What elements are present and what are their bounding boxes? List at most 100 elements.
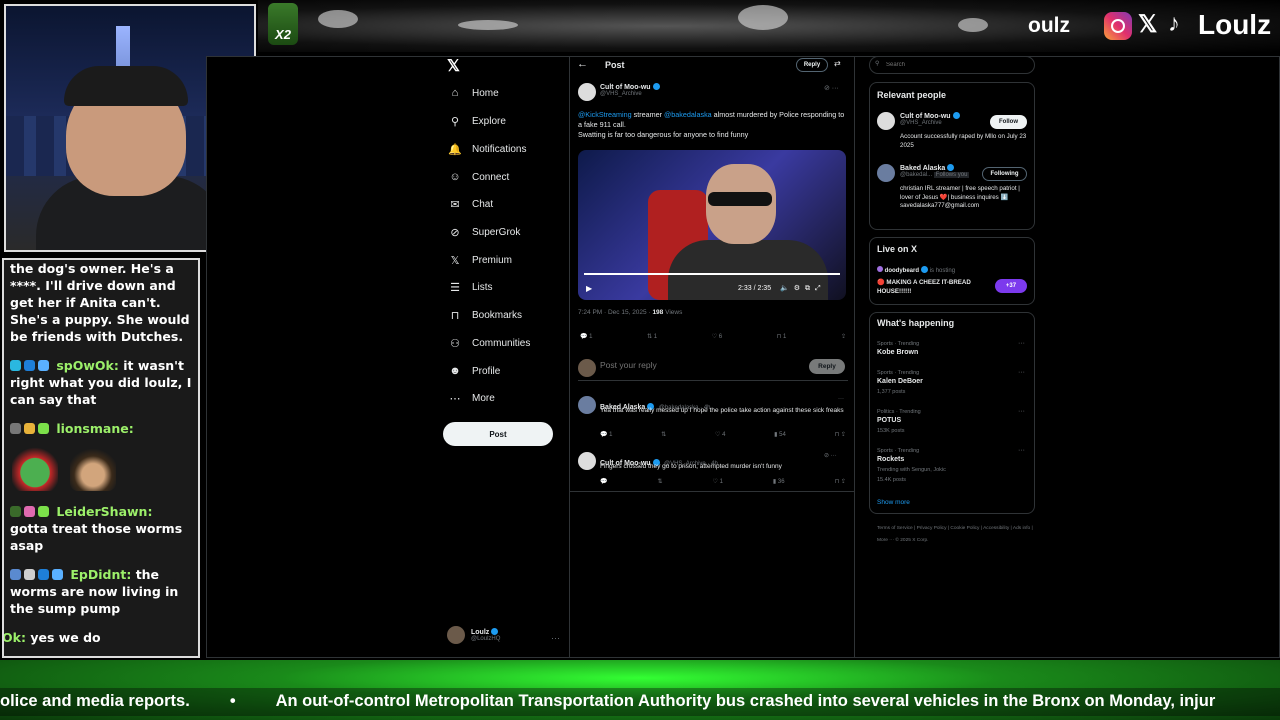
trend-category: Sports · Trending [877,370,920,376]
more-circle-icon: ⋯ [449,393,461,405]
nav-premium[interactable]: 𝕏 Premium [448,254,512,267]
video-progress-bar[interactable] [584,273,840,275]
cowboy-emote [70,445,116,491]
more-icon[interactable]: ··· [1018,447,1025,454]
chat-badge-icon [10,360,21,371]
following-button[interactable]: Following [982,167,1027,181]
avatar[interactable] [578,396,596,414]
nav-notifications[interactable]: 🔔 Notifications [448,143,526,156]
trend-item[interactable]: Kalen DeBoer [877,378,923,385]
avatar[interactable] [578,83,596,101]
options-icon[interactable]: ⇄ [834,59,841,68]
search-input[interactable] [869,56,1035,74]
avatar[interactable] [578,452,596,470]
post-button[interactable]: Post [443,422,553,446]
trend-item[interactable]: Rockets [877,456,904,463]
repost-icon[interactable]: ⇅ [661,431,666,438]
chat-badge-icon [10,569,21,580]
trend-category: Sports · Trending [877,341,920,347]
brand-name-partial: oulz [1028,14,1070,37]
bookmark-icon[interactable]: ⊓ ⇪ [835,431,846,438]
envelope-icon: ✉ [450,199,460,211]
post-meta: 7:24 PM · Dec 15, 2025 · 198 Views [578,309,683,316]
sword-icon [52,569,63,580]
reply-icon[interactable]: 💬 1 [580,333,592,340]
bell-icon: 🔔 [448,144,462,156]
verified-icon [491,628,499,635]
bookmark-icon[interactable]: ⊓ 1 [777,333,787,340]
show-more-link[interactable]: Show more [877,499,910,506]
play-icon[interactable]: ▶ [586,284,592,293]
nav-communities[interactable]: ⚇ Communities [448,337,530,350]
nav-lists[interactable]: ☰ Lists [448,281,493,294]
list-icon: ☰ [450,282,460,294]
x-logo-icon[interactable]: 𝕏 [447,56,460,76]
nav-bookmarks[interactable]: ⊓ Bookmarks [448,309,522,322]
trend-count: 153K posts [877,428,905,434]
share-icon[interactable]: ⇪ [841,333,846,340]
back-arrow-icon[interactable]: ← [577,58,588,70]
live-listeners-badge[interactable]: +37 [995,279,1027,293]
chat-message: LeiderShawn: gotta treat those worms asa… [10,504,183,553]
nav-more[interactable]: ⋯ More [448,392,495,405]
live-title-text[interactable]: 🔴 MAKING A CHEEZ IT-BREAD HOUSE!!!!!! [877,279,987,296]
more-icon[interactable]: ··· [1018,369,1025,376]
search-icon: ⚲ [875,61,880,67]
nav-explore[interactable]: ⚲ Explore [448,115,506,128]
chat-message: spOwOk: it wasn't right what you did lou… [10,358,192,407]
reply-button[interactable]: Reply [809,359,845,374]
mention-link[interactable]: @KickStreaming [578,110,632,119]
like-icon[interactable]: ♡ 6 [712,333,722,340]
reply-text: Yea that was really messed up I hope the… [600,407,844,414]
page-title: Post [605,60,625,70]
more-icon[interactable]: ··· [551,633,560,643]
post-author[interactable]: Cult of Moo-wu @VHS_Archive [600,83,660,97]
chat-message: the dog's owner. He's a ****. I'll drive… [10,261,190,344]
footer-links[interactable]: Terms of Service | Privacy Policy | Cook… [877,523,1037,547]
views-icon[interactable]: ▮ 54 [774,431,786,438]
reply-icon[interactable]: 💬 1 [600,431,612,438]
repost-icon[interactable]: ⇅ [657,478,662,485]
more-icon[interactable]: ··· [1018,340,1025,347]
sparkle-icon [38,423,49,434]
grok-icon[interactable]: ⊘ ··· [824,452,837,459]
mention-link[interactable]: @bakedalaska [664,110,712,119]
profile-icon: ☻ [449,365,461,377]
reply-input[interactable] [600,360,800,370]
reply-header-button[interactable]: Reply [796,58,828,72]
tiktok-icon: ♪ [1168,10,1180,37]
account-switcher[interactable]: Loulz @LoulzHQ [447,626,500,644]
grok-icon[interactable]: ⊘ ··· [824,84,839,92]
trend-related: Trending with Sengun, Jokic [877,467,946,473]
video-player[interactable]: ▶ 2:33 / 2:35 🔈⚙⧉⤢ [578,150,846,300]
more-icon[interactable]: ··· [1018,408,1025,415]
like-icon[interactable]: ♡ 1 [713,478,723,485]
avatar[interactable] [877,164,895,182]
follow-button[interactable]: Follow [990,115,1027,129]
trend-category: Politics · Trending [877,409,921,415]
repost-icon[interactable]: ⇅ 1 [647,333,657,340]
pepe-santa-emote [12,445,58,491]
nav-chat[interactable]: ✉ Chat [448,198,493,211]
nav-supergrok[interactable]: ⊘ SuperGrok [448,226,520,239]
trend-item[interactable]: POTUS [877,417,901,424]
views-icon[interactable]: ▮ 36 [773,478,785,485]
nav-home[interactable]: ⌂ Home [448,87,499,99]
nav-profile[interactable]: ☻ Profile [448,365,500,377]
verified-icon [921,266,929,273]
sparkle-icon [38,506,49,517]
video-time: 2:33 / 2:35 [738,285,772,292]
person-name[interactable]: Cult of Moo-wu @VHS_Archive [900,112,960,126]
gift-icon [24,506,35,517]
trend-item[interactable]: Kobe Brown [877,349,918,356]
avatar[interactable] [877,112,895,130]
more-icon[interactable]: ··· [838,396,844,402]
like-icon[interactable]: ♡ 4 [715,431,725,438]
bookmark-icon[interactable]: ⊓ ⇪ [835,478,846,485]
live-host[interactable]: doodybeard is hosting [877,266,955,274]
reply-icon[interactable]: 💬 [600,478,607,485]
nav-connect[interactable]: ☺ Connect [448,171,509,183]
grok-icon: ⊘ [450,227,460,239]
person-name[interactable]: Baked Alaska @bakedal... Follows you [900,164,970,178]
video-controls-icons[interactable]: 🔈⚙⧉⤢ [780,284,826,293]
